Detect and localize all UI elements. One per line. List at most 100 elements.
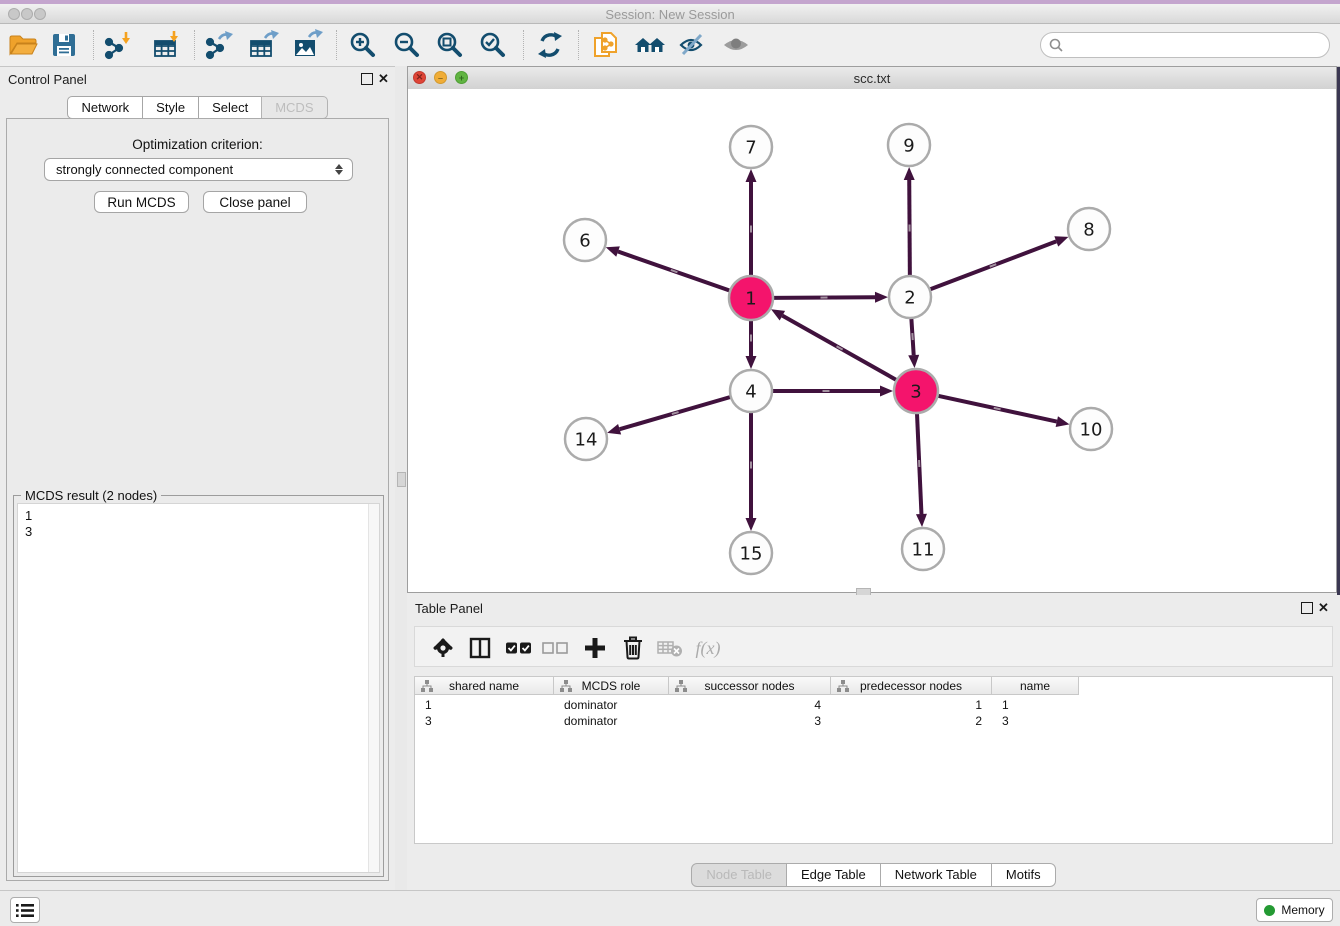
search-box[interactable] — [1040, 32, 1330, 58]
function-builder-icon[interactable]: f(x) — [695, 635, 721, 661]
memory-status-icon — [1264, 905, 1275, 916]
table-tab-network-table[interactable]: Network Table — [880, 863, 992, 887]
search-icon — [1049, 38, 1063, 52]
close-panel-icon[interactable]: ✕ — [378, 74, 389, 84]
deselect-all-columns-icon[interactable] — [542, 635, 568, 661]
toolbar-separator — [194, 30, 195, 60]
delete-column-icon[interactable] — [620, 635, 646, 661]
zoom-in-icon[interactable] — [346, 28, 380, 62]
control-tab-select[interactable]: Select — [198, 96, 262, 119]
edge-arrowhead — [1054, 236, 1068, 246]
toolbar-separator — [93, 30, 94, 60]
table-tab-node-table[interactable]: Node Table — [691, 863, 787, 887]
memory-label: Memory — [1281, 903, 1324, 917]
column-header-label: shared name — [449, 679, 519, 693]
import-network-icon[interactable] — [101, 28, 135, 62]
table-cell[interactable]: 1 — [831, 697, 992, 713]
toolbar-separator — [578, 30, 579, 60]
vertical-splitter-handle[interactable] — [397, 472, 406, 487]
fit-content-icon[interactable] — [433, 28, 467, 62]
edge-arrowhead — [880, 386, 893, 397]
graph-node-label: 4 — [745, 381, 756, 402]
table-cell[interactable]: 1 — [992, 697, 1079, 713]
mcds-result-lines: 1 3 — [18, 504, 379, 540]
table-cell[interactable]: 3 — [992, 713, 1079, 729]
table-float-icon[interactable] — [1301, 602, 1313, 614]
hide-selected-icon[interactable] — [676, 28, 710, 62]
control-tab-style[interactable]: Style — [142, 96, 199, 119]
zoom-selected-icon[interactable] — [476, 28, 510, 62]
export-network-icon[interactable] — [202, 28, 236, 62]
result-scrollbar[interactable] — [368, 504, 379, 872]
control-tab-network[interactable]: Network — [67, 96, 143, 119]
select-all-columns-icon[interactable] — [505, 635, 531, 661]
edge-arrowhead — [908, 355, 919, 368]
import-table-icon[interactable] — [149, 28, 183, 62]
network-graph[interactable]: 7968124314101511 — [408, 89, 1336, 592]
toggle-panel-icon[interactable] — [467, 635, 493, 661]
save-session-icon[interactable] — [47, 28, 81, 62]
list-icon — [16, 903, 34, 918]
float-panel-icon[interactable] — [361, 73, 373, 85]
edge-arrowhead — [875, 292, 888, 303]
column-header-MCDS-role[interactable]: MCDS role — [554, 677, 669, 695]
graph-node-label: 14 — [575, 429, 598, 450]
column-header-label: MCDS role — [582, 679, 641, 693]
control-tab-mcds[interactable]: MCDS — [261, 96, 327, 119]
table-cell[interactable]: 3 — [415, 713, 554, 729]
edge-arrowhead — [607, 424, 621, 435]
run-mcds-button[interactable]: Run MCDS — [94, 191, 189, 213]
window-title: Session: New Session — [0, 7, 1340, 22]
edge-arrowhead — [904, 167, 915, 180]
memory-button[interactable]: Memory — [1256, 898, 1333, 922]
open-session-icon[interactable] — [6, 28, 40, 62]
network-window-titlebar[interactable]: ✕ – + scc.txt — [408, 67, 1336, 90]
task-history-button[interactable] — [10, 897, 40, 923]
table-close-icon[interactable]: ✕ — [1318, 603, 1329, 613]
table-cell[interactable]: 2 — [831, 713, 992, 729]
column-header-label: successor nodes — [704, 679, 794, 693]
toolbar-separator — [523, 30, 524, 60]
close-panel-button[interactable]: Close panel — [203, 191, 307, 213]
zoom-out-icon[interactable] — [390, 28, 424, 62]
dropdown-stepper-icon — [335, 164, 343, 175]
criterion-dropdown[interactable]: strongly connected component — [44, 158, 353, 181]
search-input[interactable] — [1068, 37, 1329, 54]
edge-arrowhead — [746, 169, 757, 182]
network-canvas[interactable]: 7968124314101511 — [408, 89, 1336, 592]
column-header-name[interactable]: name — [992, 677, 1079, 695]
column-header-successor-nodes[interactable]: successor nodes — [669, 677, 831, 695]
criterion-value: strongly connected component — [56, 162, 335, 177]
table-cell[interactable]: dominator — [554, 713, 669, 729]
delete-table-icon[interactable] — [657, 635, 683, 661]
table-tab-edge-table[interactable]: Edge Table — [786, 863, 881, 887]
mcds-result-box[interactable]: 1 3 — [17, 503, 380, 873]
column-header-shared-name[interactable]: shared name — [415, 677, 554, 695]
first-neighbors-icon[interactable] — [633, 28, 667, 62]
graph-node-label: 2 — [904, 287, 915, 308]
table-panel: Table Panel ✕ — [407, 595, 1340, 890]
control-panel-title: Control Panel — [8, 72, 87, 87]
export-table-icon[interactable] — [246, 28, 280, 62]
edge-arrowhead — [746, 356, 757, 369]
column-header-predecessor-nodes[interactable]: predecessor nodes — [831, 677, 992, 695]
table-panel-title: Table Panel — [415, 601, 483, 616]
title-bar[interactable]: Session: New Session — [0, 4, 1340, 24]
table-tab-motifs[interactable]: Motifs — [991, 863, 1056, 887]
mcds-result-title: MCDS result (2 nodes) — [21, 488, 161, 503]
table-cell[interactable]: 1 — [415, 697, 554, 713]
network-window: ✕ – + scc.txt 7968124314101511 — [407, 66, 1337, 593]
table-cell[interactable]: 4 — [669, 697, 831, 713]
add-column-icon[interactable] — [582, 635, 608, 661]
table-cell[interactable]: dominator — [554, 697, 669, 713]
show-all-icon[interactable] — [720, 28, 754, 62]
clone-network-icon[interactable] — [589, 28, 623, 62]
table-cell[interactable]: 3 — [669, 713, 831, 729]
refresh-icon[interactable] — [533, 28, 567, 62]
export-image-icon[interactable] — [290, 28, 324, 62]
control-panel-tabs: NetworkStyleSelectMCDS — [0, 96, 395, 119]
node-table: shared name MCDS role successor nodes prede… — [414, 676, 1333, 844]
table-settings-icon[interactable] — [430, 635, 456, 661]
vertical-splitter[interactable] — [395, 66, 407, 890]
toolbar-separator — [336, 30, 337, 60]
